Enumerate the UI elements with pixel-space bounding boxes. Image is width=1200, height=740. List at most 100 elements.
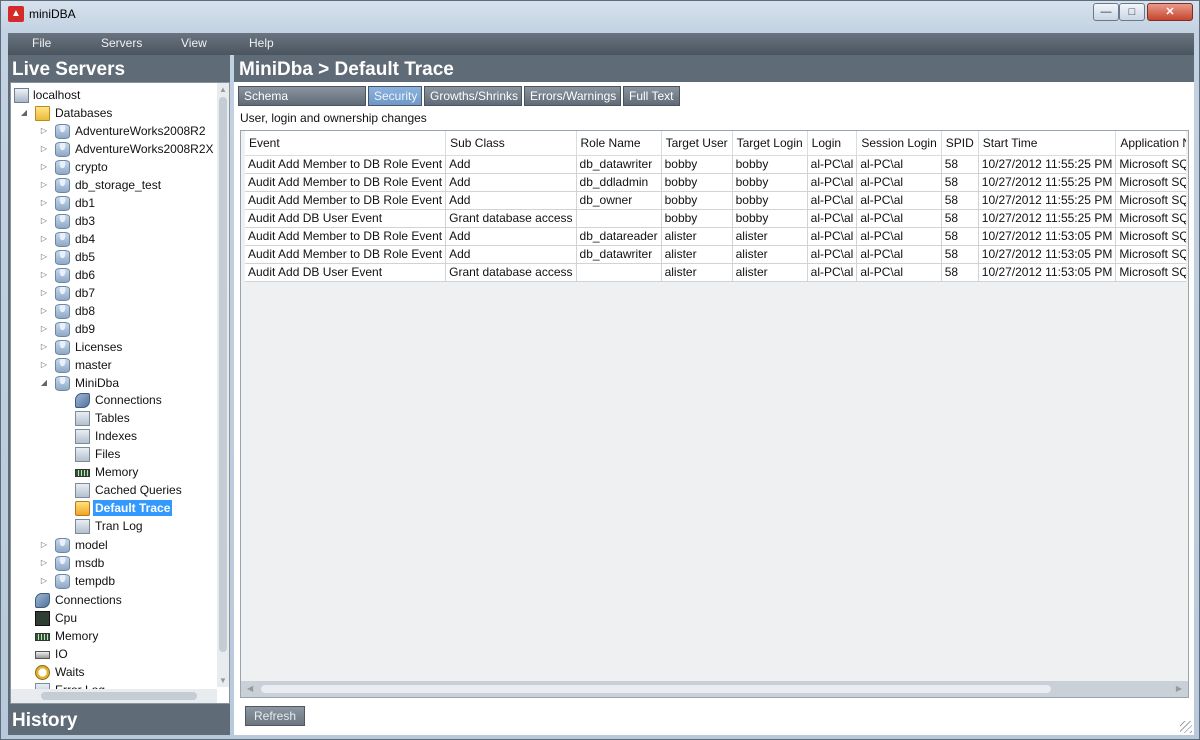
expand-arrow-icon[interactable]: ▷ <box>39 537 49 553</box>
tree-item-default-trace[interactable]: Default Trace <box>11 500 216 518</box>
menu-view[interactable]: View <box>181 36 207 50</box>
tree-item-crypto[interactable]: ▷ crypto <box>11 159 216 177</box>
collapse-arrow-icon[interactable]: ◢ <box>19 105 29 121</box>
refresh-button[interactable]: Refresh <box>245 706 305 726</box>
table-row[interactable]: Audit Add Member to DB Role Event Add db_o… <box>245 191 1186 210</box>
expand-arrow-icon[interactable]: ▷ <box>39 123 49 139</box>
column-header-event[interactable]: Event <box>245 131 447 156</box>
table-row[interactable]: Audit Add Member to DB Role Event Add db_d… <box>245 245 1186 264</box>
tree-scroll-thumb[interactable] <box>219 97 227 652</box>
scroll-down-icon[interactable]: ▼ <box>219 676 227 685</box>
expand-arrow-icon[interactable]: ▷ <box>39 231 49 247</box>
table-cell: alister <box>661 263 733 282</box>
expand-arrow-icon[interactable]: ▷ <box>39 213 49 229</box>
column-header-start-time[interactable]: Start Time <box>978 131 1117 156</box>
tab-schema-modifications[interactable]: Schema Modifications <box>238 86 366 121</box>
tree-item-licenses[interactable]: ▷ Licenses <box>11 339 216 357</box>
tree-item-db3[interactable]: ▷ db3 <box>11 213 216 231</box>
table-row[interactable]: Audit Add DB User Event Grant database ac… <box>245 209 1186 228</box>
tree-item-label: db6 <box>75 268 96 282</box>
grid-horizontal-scrollbar[interactable]: ◀ ▶ <box>241 681 1188 697</box>
grid-scroll-thumb[interactable] <box>261 685 1051 693</box>
table-cell: 10/27/2012 11:53:05 PM <box>978 263 1117 282</box>
tree-hscroll-thumb[interactable] <box>41 692 197 700</box>
tree-item-connections[interactable]: Connections <box>11 592 216 610</box>
minimize-button[interactable]: — <box>1093 3 1119 21</box>
column-header-target-user[interactable]: Target User <box>661 131 733 156</box>
expand-arrow-icon[interactable]: ▷ <box>39 357 49 373</box>
tree-item-label: Cached Queries <box>95 483 182 497</box>
column-header-spid[interactable]: SPID <box>941 131 979 156</box>
table-row[interactable]: Audit Add Member to DB Role Event Add db_d… <box>245 227 1186 246</box>
tree-item-cached-queries[interactable]: Cached Queries <box>11 482 216 500</box>
tab-security[interactable]: Security <box>368 86 422 106</box>
tree-vertical-scrollbar[interactable]: ▲ ▼ <box>217 83 229 687</box>
expand-arrow-icon[interactable]: ▷ <box>39 573 49 589</box>
tree-item-master[interactable]: ▷ master <box>11 357 216 375</box>
collapse-arrow-icon[interactable]: ◢ <box>39 375 49 391</box>
tree-item-db5[interactable]: ▷ db5 <box>11 249 216 267</box>
tree-item-io[interactable]: IO <box>11 646 216 664</box>
tree-item-cpu[interactable]: Cpu <box>11 610 216 628</box>
database-icon <box>55 286 70 301</box>
tree-item-db4[interactable]: ▷ db4 <box>11 231 216 249</box>
tab-growths-shrinks[interactable]: Growths/Shrinks <box>424 86 522 106</box>
expand-arrow-icon[interactable]: ▷ <box>39 303 49 319</box>
tree-item-msdb[interactable]: ▷ msdb <box>11 555 216 573</box>
table-row[interactable]: Audit Add DB User Event Grant database ac… <box>245 263 1186 282</box>
tree-item-db8[interactable]: ▷ db8 <box>11 303 216 321</box>
tree-item-databases[interactable]: ◢ Databases <box>11 105 216 123</box>
column-header-application-name[interactable]: Application Name <box>1115 131 1186 156</box>
tree-item-db6[interactable]: ▷ db6 <box>11 267 216 285</box>
expand-arrow-icon[interactable]: ▷ <box>39 321 49 337</box>
close-button[interactable]: ✕ <box>1147 3 1193 21</box>
menu-servers[interactable]: Servers <box>101 36 142 50</box>
tree-item-localhost[interactable]: localhost <box>11 87 216 105</box>
tree-item-memory[interactable]: Memory <box>11 464 216 482</box>
menu-file[interactable]: File <box>32 36 51 50</box>
column-header-login[interactable]: Login <box>807 131 858 156</box>
maximize-button[interactable]: □ <box>1119 3 1145 21</box>
column-header-session-login[interactable]: Session Login <box>856 131 942 156</box>
column-header-target-login[interactable]: Target Login <box>732 131 808 156</box>
expand-arrow-icon[interactable]: ▷ <box>39 159 49 175</box>
tree-item-db7[interactable]: ▷ db7 <box>11 285 216 303</box>
tree-item-memory[interactable]: Memory <box>11 628 216 646</box>
expand-arrow-icon[interactable]: ▷ <box>39 285 49 301</box>
tree-item-adventureworks2008r2x[interactable]: ▷ AdventureWorks2008R2X <box>11 141 216 159</box>
expand-arrow-icon[interactable]: ▷ <box>39 195 49 211</box>
tree-item-model[interactable]: ▷ model <box>11 537 216 555</box>
expand-arrow-icon[interactable]: ▷ <box>39 141 49 157</box>
tree-item-db-storage-test[interactable]: ▷ db_storage_test <box>11 177 216 195</box>
table-row[interactable]: Audit Add Member to DB Role Event Add db_d… <box>245 173 1186 192</box>
tree-item-tran-log[interactable]: Tran Log <box>11 518 216 536</box>
tab-full-text[interactable]: Full Text <box>623 86 680 106</box>
resize-grip-icon[interactable] <box>1180 721 1192 733</box>
expand-arrow-icon[interactable]: ▷ <box>39 249 49 265</box>
table-row[interactable]: Audit Add Member to DB Role Event Add db_d… <box>245 155 1186 174</box>
tree-item-tables[interactable]: Tables <box>11 410 216 428</box>
tree-horizontal-scrollbar[interactable] <box>11 689 217 703</box>
expand-arrow-icon[interactable]: ▷ <box>39 267 49 283</box>
menu-help[interactable]: Help <box>249 36 274 50</box>
tree-item-tempdb[interactable]: ▷ tempdb <box>11 573 216 591</box>
tab-errors-warnings[interactable]: Errors/Warnings <box>524 86 621 106</box>
tree-item-waits[interactable]: Waits <box>11 664 216 682</box>
scroll-up-icon[interactable]: ▲ <box>219 85 227 94</box>
column-header-role-name[interactable]: Role Name <box>576 131 662 156</box>
tree-item-indexes[interactable]: Indexes <box>11 428 216 446</box>
table-cell: al-PC\al <box>807 263 858 282</box>
tree-item-files[interactable]: Files <box>11 446 216 464</box>
expand-arrow-icon[interactable]: ▷ <box>39 339 49 355</box>
expand-arrow-icon[interactable]: ▷ <box>39 177 49 193</box>
waits-icon <box>35 665 50 680</box>
scroll-right-icon[interactable]: ▶ <box>1176 684 1182 693</box>
tree-item-adventureworks2008r2[interactable]: ▷ AdventureWorks2008R2 <box>11 123 216 141</box>
column-header-sub-class[interactable]: Sub Class <box>445 131 577 156</box>
scroll-left-icon[interactable]: ◀ <box>247 684 253 693</box>
tree-item-db1[interactable]: ▷ db1 <box>11 195 216 213</box>
tree-item-connections[interactable]: Connections <box>11 392 216 410</box>
tree-item-db9[interactable]: ▷ db9 <box>11 321 216 339</box>
expand-arrow-icon[interactable]: ▷ <box>39 555 49 571</box>
tree-item-minidba[interactable]: ◢ MiniDba <box>11 375 216 393</box>
